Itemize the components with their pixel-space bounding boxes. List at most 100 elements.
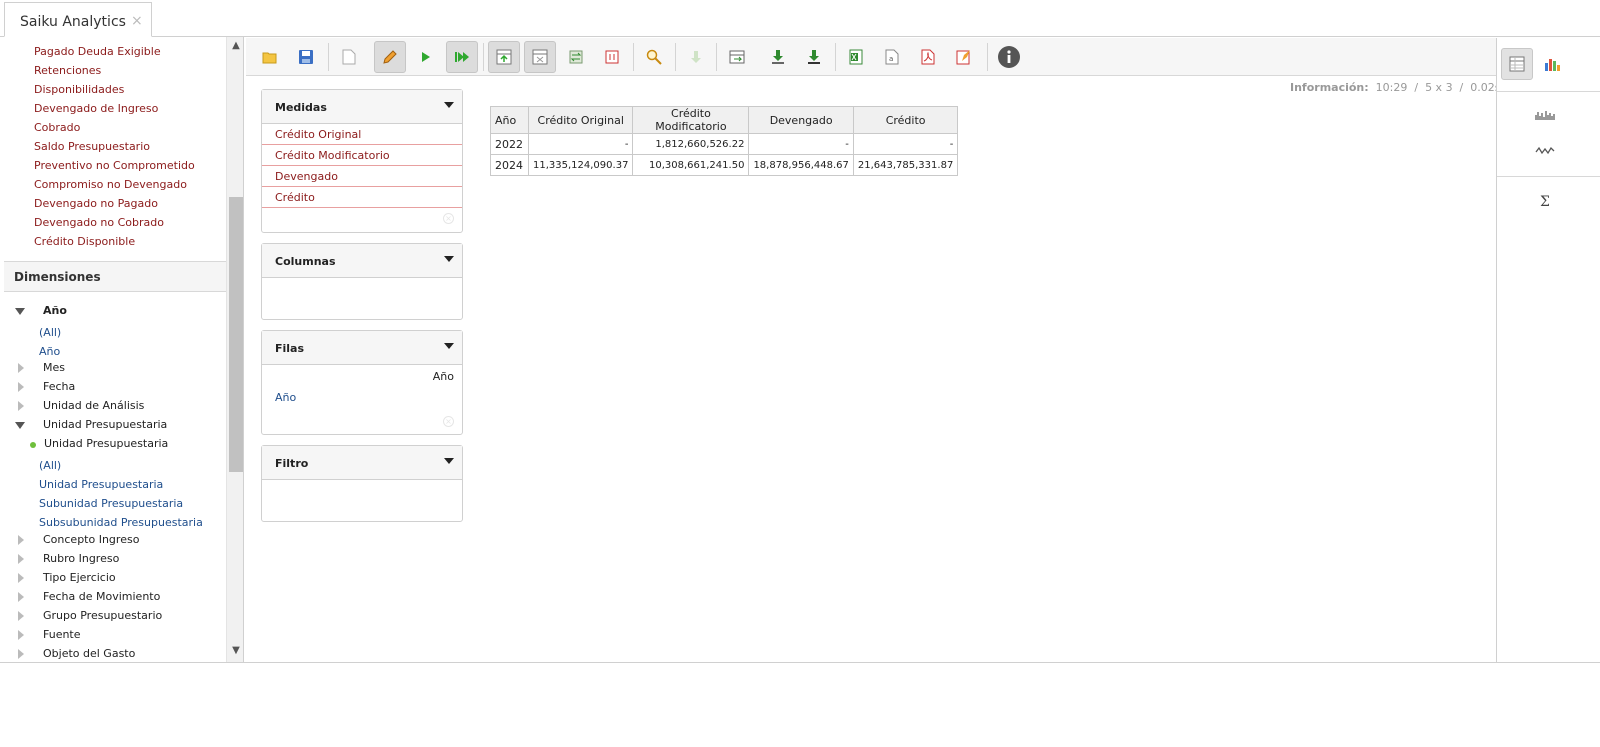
dimension-grupo-presupuestario[interactable]: Grupo Presupuestario [4, 607, 226, 625]
chart-view-button[interactable] [1537, 48, 1569, 80]
expand-triangle-icon[interactable] [18, 363, 24, 373]
table-view-button[interactable] [1501, 48, 1533, 80]
query-info-button[interactable] [993, 41, 1025, 73]
toolbar-separator [328, 43, 329, 71]
expand-triangle-icon[interactable] [18, 554, 24, 564]
selected-measure[interactable]: Crédito Modificatorio [262, 145, 462, 166]
edit-query-button[interactable] [374, 41, 406, 73]
level-all[interactable]: (All) [39, 326, 61, 339]
dimension-tipo-ejercicio[interactable]: Tipo Ejercicio [4, 569, 226, 587]
dimension-concepto-ingreso[interactable]: Concepto Ingreso [4, 531, 226, 549]
dimension-ano[interactable]: Año [4, 302, 226, 320]
measure-item[interactable]: Pagado Deuda Exigible [34, 45, 161, 58]
expand-triangle-icon[interactable] [18, 573, 24, 583]
dropdown-arrow-icon[interactable] [444, 102, 454, 108]
measure-item[interactable]: Crédito Disponible [34, 235, 135, 248]
measures-zone[interactable]: Medidas Crédito Original Crédito Modific… [261, 89, 463, 233]
download-button[interactable] [798, 41, 830, 73]
scroll-up-icon[interactable]: ▲ [229, 39, 243, 53]
dimension-fuente[interactable]: Fuente [4, 626, 226, 644]
filter-zone[interactable]: Filtro [261, 445, 463, 522]
new-query-button[interactable] [333, 41, 365, 73]
export-pdf-button[interactable] [912, 41, 944, 73]
selected-measure[interactable]: Crédito [262, 187, 462, 208]
tab-saiku-analytics[interactable]: Saiku Analytics × [4, 2, 152, 37]
dimension-unidad-presupuestaria[interactable]: Unidad Presupuestaria [4, 416, 226, 434]
column-header[interactable]: Crédito Modificatorio [632, 106, 750, 134]
rows-zone[interactable]: Filas Año Año × [261, 330, 463, 435]
level-all[interactable]: (All) [39, 459, 61, 472]
hierarchy-dot-icon [30, 442, 36, 448]
expand-triangle-icon[interactable] [18, 535, 24, 545]
dimension-fecha-movimiento[interactable]: Fecha de Movimiento [4, 588, 226, 606]
dimension-rubro-ingreso[interactable]: Rubro Ingreso [4, 550, 226, 568]
measure-item[interactable]: Devengado no Cobrado [34, 216, 164, 229]
columns-zone[interactable]: Columnas [261, 243, 463, 320]
row-header-cell[interactable]: 2022 [490, 133, 529, 155]
dimension-mes[interactable]: Mes [4, 359, 226, 377]
measure-item[interactable]: Devengado de Ingreso [34, 102, 158, 115]
measure-item[interactable]: Compromiso no Devengado [34, 178, 187, 191]
automatic-execution-button[interactable] [446, 41, 478, 73]
sparkline-button[interactable] [1529, 134, 1561, 166]
measure-item[interactable]: Devengado no Pagado [34, 197, 158, 210]
dimension-unidad-analisis[interactable]: Unidad de Análisis [4, 397, 226, 415]
clear-zone-icon[interactable]: × [443, 416, 454, 427]
dimension-fecha[interactable]: Fecha [4, 378, 226, 396]
row-header-cell[interactable]: 2024 [490, 154, 529, 176]
measure-item[interactable]: Cobrado [34, 121, 80, 134]
open-query-button[interactable] [254, 41, 286, 73]
zoom-mode-button[interactable] [638, 41, 670, 73]
dropdown-arrow-icon[interactable] [444, 343, 454, 349]
expand-triangle-icon[interactable] [18, 649, 24, 659]
drill-across-button[interactable] [762, 41, 794, 73]
toggle-fields-button[interactable] [488, 41, 520, 73]
run-query-button[interactable] [410, 41, 442, 73]
close-tab-icon[interactable]: × [131, 13, 143, 29]
export-xls-button[interactable] [840, 41, 872, 73]
expand-triangle-icon[interactable] [18, 382, 24, 392]
toggle-sidebar-button[interactable] [524, 41, 556, 73]
level-subunidad-presupuestaria[interactable]: Subunidad Presupuestaria [39, 497, 183, 510]
show-mdx-button[interactable] [948, 41, 980, 73]
level-unidad-presupuestaria[interactable]: Unidad Presupuestaria [39, 478, 163, 491]
selected-measure[interactable]: Crédito Original [262, 124, 462, 145]
expand-triangle-icon[interactable] [18, 592, 24, 602]
totals-button[interactable]: Σ [1529, 186, 1561, 218]
expand-triangle-icon[interactable] [18, 630, 24, 640]
sparkbar-button[interactable] [1529, 99, 1561, 131]
measure-item[interactable]: Disponibilidades [34, 83, 124, 96]
scroll-thumb[interactable] [229, 197, 243, 472]
left-scrollbar[interactable]: ▲ ▼ [226, 37, 243, 662]
column-header[interactable]: Año [490, 106, 529, 134]
collapse-triangle-icon[interactable] [15, 422, 25, 429]
dropdown-arrow-icon[interactable] [444, 256, 454, 262]
scroll-down-icon[interactable]: ▼ [229, 644, 243, 658]
dropdown-arrow-icon[interactable] [444, 458, 454, 464]
expand-triangle-icon[interactable] [18, 611, 24, 621]
swap-axis-button[interactable] [560, 41, 592, 73]
expand-triangle-icon[interactable] [18, 401, 24, 411]
selected-measure[interactable]: Devengado [262, 166, 462, 187]
column-header[interactable]: Devengado [748, 106, 854, 134]
column-header[interactable]: Crédito [852, 106, 959, 134]
clear-zone-icon[interactable]: × [443, 213, 454, 224]
export-csv-button[interactable]: a [876, 41, 908, 73]
measure-item[interactable]: Saldo Presupuestario [34, 140, 150, 153]
measure-item[interactable]: Preventivo no Comprometido [34, 159, 195, 172]
level-subsubunidad-presupuestaria[interactable]: Subsubunidad Presupuestaria [39, 516, 203, 529]
level-ano[interactable]: Año [39, 345, 60, 358]
export-drillthrough-button[interactable] [721, 41, 753, 73]
row-level-link[interactable]: Año [275, 391, 296, 404]
hierarchy-label: Unidad Presupuestaria [44, 437, 169, 450]
toolbar: a [246, 38, 1498, 76]
column-header[interactable]: Crédito Original [527, 106, 634, 134]
drillthrough-button[interactable] [680, 41, 712, 73]
non-empty-button[interactable] [596, 41, 628, 73]
hierarchy-unidad-presupuestaria[interactable]: Unidad Presupuestaria [4, 435, 226, 453]
measure-item[interactable]: Retenciones [34, 64, 101, 77]
data-cell: - [748, 133, 854, 155]
save-query-button[interactable] [290, 41, 322, 73]
dimension-objeto-gasto[interactable]: Objeto del Gasto [4, 645, 226, 662]
collapse-triangle-icon[interactable] [15, 308, 25, 315]
